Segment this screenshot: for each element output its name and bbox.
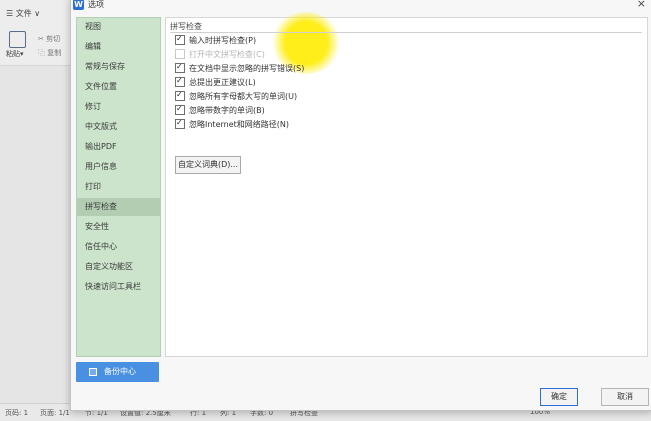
option-chinese-spellcheck: 打开中文拼写检查(C) — [175, 48, 265, 61]
checkbox-checked[interactable] — [175, 75, 185, 87]
cut-button[interactable]: ✂ 剪切 — [38, 34, 60, 44]
dialog-titlebar: W 选项 × — [71, 0, 651, 13]
dialog-title: 选项 — [88, 0, 104, 9]
file-menu[interactable]: ☰ 文件 ∨ — [6, 8, 40, 19]
sidebar-item-general-save[interactable]: 常规与保存 — [77, 58, 160, 76]
cancel-button[interactable]: 取消 — [601, 388, 649, 406]
status-page: 页码: 1 — [5, 409, 29, 417]
backup-icon — [89, 368, 97, 376]
checkbox-checked[interactable] — [175, 103, 185, 115]
close-icon[interactable]: × — [637, 0, 646, 10]
checkbox-checked[interactable] — [175, 89, 185, 101]
option-suggest-corrections[interactable]: 总提出更正建议(L) — [175, 75, 256, 89]
paste-button[interactable]: 粘贴▾ — [6, 31, 28, 61]
sidebar-item-user-info[interactable]: 用户信息 — [77, 158, 160, 176]
sidebar-item-revision[interactable]: 修订 — [77, 98, 160, 116]
option-spellcheck-as-type[interactable]: 输入时拼写检查(P) — [175, 33, 256, 47]
sidebar-item-trust-center[interactable]: 信任中心 — [77, 238, 160, 256]
sidebar-item-security[interactable]: 安全性 — [77, 218, 160, 236]
backup-center-button[interactable]: 备份中心 — [76, 362, 159, 382]
sidebar-item-spellcheck[interactable]: 拼写检查 — [77, 198, 160, 216]
section-title: 拼写检查 — [170, 22, 202, 31]
checkbox-checked[interactable] — [175, 33, 185, 45]
paste-label: 粘贴▾ — [6, 50, 24, 58]
checkbox-checked[interactable] — [175, 117, 185, 129]
checkbox-unchecked — [175, 48, 185, 59]
option-ignore-internet-paths[interactable]: 忽略Internet和网络路径(N) — [175, 117, 289, 131]
options-sidebar: 视图 编辑 常规与保存 文件位置 修订 中文版式 输出PDF 用户信息 打印 拼… — [76, 17, 161, 357]
custom-dictionary-button[interactable]: 自定义词典(D)... — [175, 156, 241, 174]
copy-button[interactable]: ⿻ 复制 — [38, 48, 61, 58]
ok-button[interactable]: 确定 — [540, 388, 578, 406]
section-divider — [170, 32, 642, 33]
sidebar-item-chinese-layout[interactable]: 中文版式 — [77, 118, 160, 136]
option-show-ignored-errors[interactable]: 在文档中显示忽略的拼写错误(S) — [175, 61, 304, 75]
option-ignore-numbers[interactable]: 忽略带数字的单词(B) — [175, 103, 265, 117]
clipboard-icon — [9, 31, 26, 48]
spellcheck-panel: 拼写检查 输入时拼写检查(P) 打开中文拼写检查(C) 在文档中显示忽略的拼写错… — [165, 12, 648, 357]
backup-center-label: 备份中心 — [104, 367, 136, 376]
sidebar-item-view[interactable]: 视图 — [77, 18, 160, 36]
checkbox-checked[interactable] — [175, 61, 185, 73]
sidebar-item-quick-access[interactable]: 快速访问工具栏 — [77, 278, 160, 296]
sidebar-item-print[interactable]: 打印 — [77, 178, 160, 196]
option-ignore-uppercase[interactable]: 忽略所有字母都大写的单词(U) — [175, 89, 297, 103]
sidebar-item-output-pdf[interactable]: 输出PDF — [77, 138, 160, 156]
sidebar-item-custom-ribbon[interactable]: 自定义功能区 — [77, 258, 160, 276]
wps-logo-icon: W — [73, 0, 84, 10]
sidebar-item-file-location[interactable]: 文件位置 — [77, 78, 160, 96]
status-page-of: 页面: 1/1 — [40, 409, 70, 417]
options-dialog: W 选项 × 视图 编辑 常规与保存 文件位置 修订 中文版式 输出PDF 用户… — [70, 0, 651, 411]
sidebar-item-edit[interactable]: 编辑 — [77, 38, 160, 56]
